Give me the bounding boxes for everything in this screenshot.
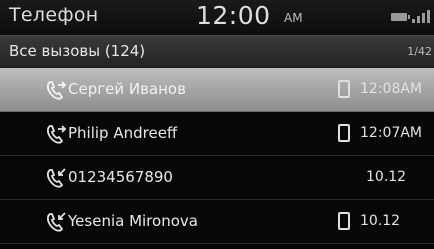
status-icons bbox=[391, 10, 431, 24]
clock-time: 12:00 bbox=[196, 1, 271, 30]
call-time: 10.12 bbox=[366, 169, 407, 185]
call-row[interactable]: Yesenia Mironova 10.12 bbox=[0, 200, 434, 244]
signal-icon bbox=[411, 10, 431, 24]
clock-ampm: AM bbox=[284, 11, 303, 25]
phone-icon bbox=[338, 80, 350, 98]
phone-icon bbox=[338, 124, 350, 142]
call-row[interactable]: Сергей Иванов 12:08AM bbox=[0, 68, 434, 112]
call-time: 12:07AM bbox=[360, 125, 423, 141]
call-list: Сергей Иванов 12:08AM Philip Andreeff 12… bbox=[0, 68, 434, 244]
phone-screen: Телефон 12:00 AM Все вызовы (124) 1/42 С… bbox=[0, 0, 434, 249]
caller-name: Philip Andreeff bbox=[68, 124, 178, 142]
call-time: 12:08AM bbox=[360, 81, 423, 97]
app-title: Телефон bbox=[9, 4, 99, 26]
call-time: 10.12 bbox=[360, 213, 401, 229]
list-header: Все вызовы (124) 1/42 bbox=[0, 35, 434, 68]
list-title: Все вызовы (124) bbox=[9, 42, 146, 60]
incoming-call-icon bbox=[45, 211, 67, 233]
phone-icon bbox=[338, 212, 350, 230]
page-indicator: 1/42 bbox=[407, 45, 432, 58]
caller-name: 01234567890 bbox=[68, 168, 173, 186]
incoming-call-icon bbox=[45, 167, 67, 189]
battery-icon bbox=[391, 13, 410, 21]
call-row[interactable]: 01234567890 10.12 bbox=[0, 156, 434, 200]
outgoing-call-icon bbox=[45, 123, 67, 145]
outgoing-call-icon bbox=[45, 79, 67, 101]
caller-name: Сергей Иванов bbox=[68, 80, 186, 98]
caller-name: Yesenia Mironova bbox=[68, 212, 198, 230]
status-bar: Телефон 12:00 AM bbox=[0, 0, 434, 35]
call-row[interactable]: Philip Andreeff 12:07AM bbox=[0, 112, 434, 156]
